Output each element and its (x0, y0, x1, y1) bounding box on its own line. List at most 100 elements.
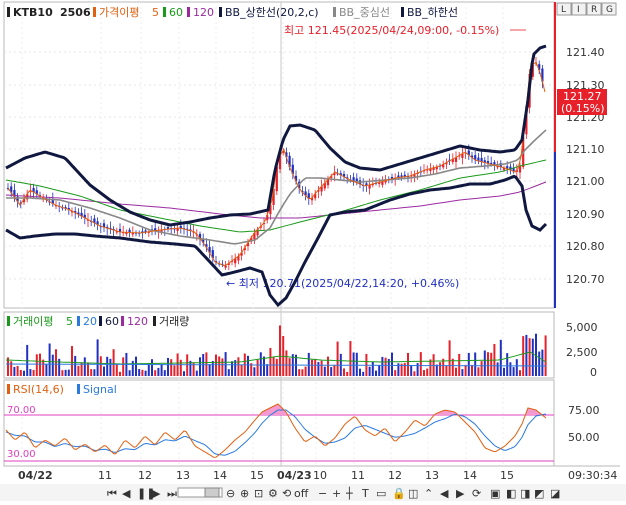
volume-bar (368, 366, 371, 376)
volume-bar (429, 359, 432, 376)
toolbar-control[interactable]: ⚙ (268, 487, 278, 500)
volume-bar (23, 370, 25, 376)
toolbar-control[interactable]: ▶ (456, 487, 465, 500)
volume-bar (29, 369, 32, 376)
signal-label: Signal (83, 383, 117, 396)
volume-bar (259, 352, 262, 376)
toolbar-control[interactable]: ⟲ (282, 487, 291, 500)
scroll-thumb (204, 487, 220, 498)
toolbar-button-r[interactable]: R (586, 2, 602, 16)
chart-canvas[interactable]: KTB10 2506 가격이평 5 60 120 BB_상한선(20,2,c) … (0, 0, 626, 501)
volume-bar (279, 325, 281, 376)
toolbar-control[interactable]: 🔒 (392, 487, 406, 500)
volume-bar (541, 349, 544, 376)
volume-bar (455, 367, 457, 376)
toolbar-button-g[interactable]: G (601, 2, 617, 16)
high-annotation: 최고 121.45(2025/04/24,09:00, -0.15%) (284, 24, 499, 37)
toolbar-control[interactable]: ⟳ (472, 487, 481, 500)
volume-bar (477, 367, 480, 376)
volume-bar (74, 355, 77, 376)
code-label: 2506 (60, 6, 91, 19)
toolbar-control[interactable]: ◨ (520, 487, 530, 500)
volume-bar (112, 349, 115, 376)
volume-bar (151, 359, 153, 376)
volume-bar (39, 353, 41, 376)
svg-text:I: I (577, 5, 580, 15)
toolbar-control[interactable]: ⏭ (167, 487, 177, 500)
x-label: 14 (463, 469, 477, 482)
volume-bar (99, 356, 102, 376)
volume-bar (519, 370, 521, 376)
volume-ma-label: 거래이평 (13, 315, 53, 328)
volume-bar (464, 364, 467, 376)
volume-bar (93, 369, 96, 376)
volume-bar (247, 355, 249, 376)
toolbar-control[interactable]: ⌃ (424, 487, 433, 500)
volume-bar (131, 360, 134, 376)
toolbar-control[interactable]: ◀ (122, 487, 131, 500)
volume-bar (163, 370, 166, 376)
x-label: 10 (313, 469, 327, 482)
toolbar-control[interactable]: ⊖ (226, 487, 235, 500)
toolbar-control[interactable]: ⊡ (254, 487, 263, 500)
volume-bar (288, 358, 291, 376)
toolbar-control[interactable]: ▶ (152, 487, 161, 500)
toolbar-control[interactable]: T (361, 487, 369, 500)
volume-bar (173, 365, 176, 376)
toolbar-control[interactable]: ◫ (408, 487, 418, 500)
toolbar-control[interactable]: ◩ (534, 487, 544, 500)
svg-text:R: R (591, 5, 597, 15)
toolbar-button-l[interactable]: L (556, 2, 572, 16)
toolbar-control[interactable]: ▭ (376, 487, 386, 500)
toolbar-button-i[interactable]: I (571, 2, 587, 16)
volume-bar (407, 352, 409, 376)
volume-ma5-label: 5 (66, 315, 73, 328)
volume-bar (461, 369, 464, 376)
volume-bar (224, 352, 227, 376)
volume-bar (147, 363, 150, 376)
toolbar-control[interactable]: + (332, 487, 341, 500)
volume-bar (144, 370, 147, 376)
volume-bar (355, 352, 358, 376)
volume-bar (61, 370, 64, 376)
volume-bar (90, 369, 93, 376)
volume-bar (215, 354, 217, 376)
volume-bar (307, 352, 310, 376)
toolbar-control[interactable]: ⏮ (107, 487, 117, 500)
candle (518, 166, 522, 173)
volume-bar (211, 360, 214, 376)
volume-bar (346, 371, 349, 376)
toolbar-control[interactable]: ◪ (550, 487, 560, 500)
toolbar-control[interactable]: ◀ (440, 487, 449, 500)
toolbar-control[interactable]: − (318, 487, 327, 500)
volume-bar (512, 367, 515, 376)
x-label: 12 (388, 469, 402, 482)
y-tick: 0 (590, 366, 597, 379)
ma5-label: 5 (152, 6, 159, 19)
toolbar-control[interactable]: ◧ (506, 487, 516, 500)
volume-bar (183, 371, 185, 376)
toolbar-control[interactable]: ┼ (345, 486, 353, 500)
chart-window: KTB10 2506 가격이평 5 60 120 BB_상한선(20,2,c) … (0, 0, 626, 501)
volume-bar (16, 365, 19, 376)
toolbar-control[interactable]: ▣ (490, 487, 500, 500)
volume-bar (141, 369, 144, 376)
volume-bar (375, 370, 377, 376)
volume-bar (394, 370, 397, 376)
volume-bar (314, 358, 317, 376)
volume-bar (439, 362, 441, 376)
volume-bar (538, 351, 541, 376)
y-tick: 121.00 (566, 175, 605, 188)
volume-bar (362, 371, 365, 376)
volume-bar (403, 363, 406, 376)
low-annotation: ← 최저 120.71(2025/04/22,14:20, +0.46%) (226, 277, 459, 290)
volume-bar (263, 356, 265, 376)
volume-bar (458, 353, 461, 376)
toolbar-control[interactable]: ⊕ (240, 487, 249, 500)
volume-bar (103, 366, 105, 376)
toolbar-control[interactable]: off (294, 487, 309, 500)
x-label: 11 (351, 469, 365, 482)
y-tick: 120.70 (566, 273, 605, 286)
volume-bar (221, 358, 224, 376)
volume-bar (410, 365, 413, 376)
